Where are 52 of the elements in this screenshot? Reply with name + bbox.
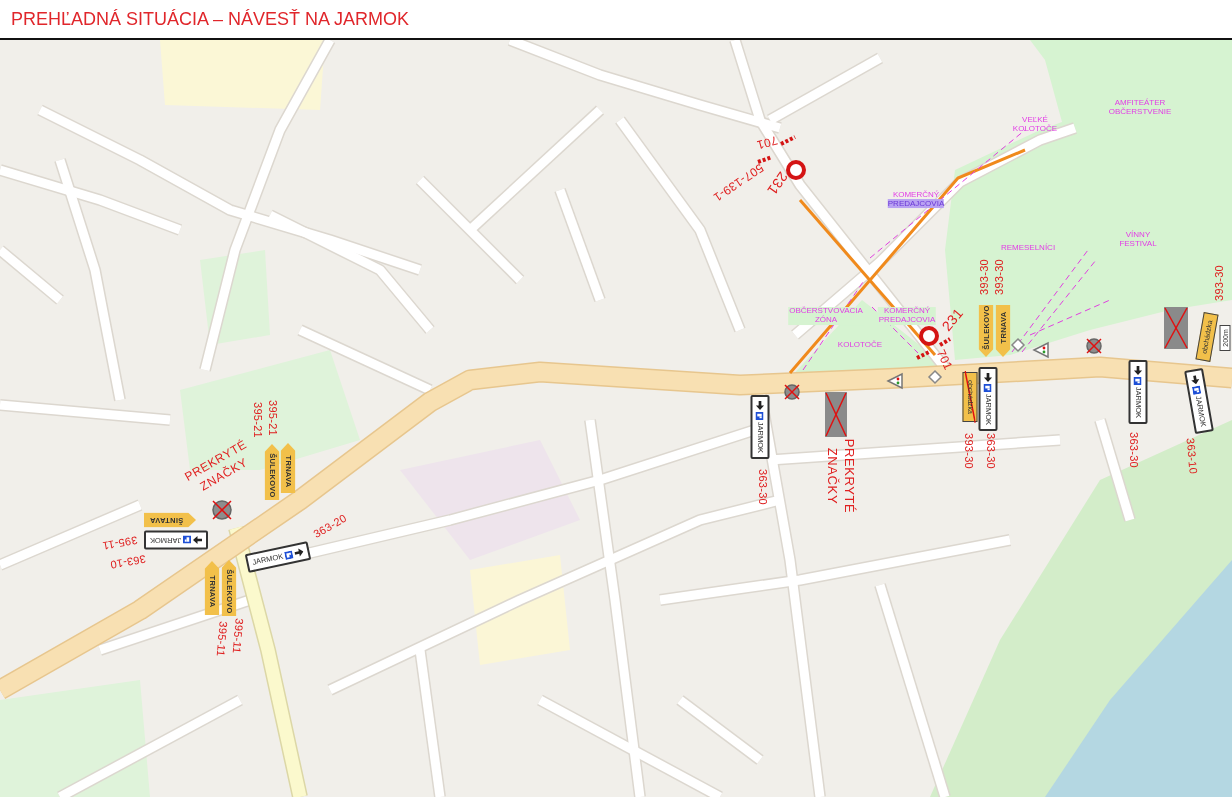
arrow-icon (193, 535, 203, 545)
sign-code: 395-11 (101, 533, 139, 553)
warning-triangle-icon (1032, 341, 1049, 359)
arrow-icon (983, 372, 993, 382)
warning-note: PREKRYTÉ ZNAČKY (824, 438, 857, 514)
sign-code: 363-10 (109, 552, 147, 572)
sign-code: 395-11 (214, 620, 230, 658)
sign-code: 395-21 (251, 401, 265, 439)
sign-symbol-icon (756, 411, 764, 420)
arrow-icon (293, 547, 305, 558)
zone-label: REMESELNÍCI (1000, 243, 1056, 253)
sign-symbol-icon (984, 383, 992, 392)
sign-symbol-icon (1192, 385, 1202, 395)
sign-symbol-icon (284, 549, 294, 560)
sign-code: 395-21 (266, 399, 280, 437)
zone-label: KOLOTOČE (837, 340, 883, 350)
sign-symbol-icon (183, 536, 192, 544)
zone-label: OBČERSTVOVACIA ZÓNA (788, 307, 864, 325)
prohibition-sign-icon (919, 326, 939, 346)
sign-symbol-icon (1134, 376, 1142, 385)
prohibition-sign-icon (786, 160, 806, 180)
crossed-sign-icon (784, 384, 800, 400)
sign-code: 393-30 (962, 432, 976, 470)
sign-code: 363-30 (1127, 431, 1141, 469)
sign-code: 395-11 (230, 617, 246, 655)
zone-label: VÍNNY FESTIVAL (1119, 231, 1157, 249)
zone-label: KOMERČNÝ PREDAJCOVIA (887, 191, 945, 209)
sign-code: 393-30 (977, 258, 991, 296)
sign-code: 231 (764, 168, 791, 198)
sign-code: 231 (939, 305, 967, 335)
sign-code: 393-30 (992, 258, 1006, 296)
zone-label: KOMERČNÝ PREDAJCOVIA (877, 307, 937, 325)
arrow-icon (1133, 365, 1143, 375)
arrow-icon (1190, 374, 1201, 385)
sign-code: 363-30 (756, 468, 770, 506)
sign-code: 393-30 (1212, 264, 1226, 302)
zone-label: AMFITEÁTER OBČERSTVENIE (1108, 99, 1172, 117)
sign-code: 701 (755, 132, 779, 152)
diamond-sign-icon (1010, 337, 1026, 353)
arrow-icon (755, 400, 765, 410)
diamond-sign-icon (927, 369, 943, 385)
warning-triangle-icon (886, 372, 903, 390)
covered-sign-icon (1164, 307, 1188, 349)
sign-code: 701 (933, 347, 955, 373)
zone-label: VEĽKÉ KOLOTOČE (1012, 116, 1058, 134)
crossed-sign-icon (212, 500, 232, 520)
sign-code: 363-30 (984, 432, 998, 470)
crossed-sign-icon (1086, 338, 1102, 354)
barrier-icon (757, 135, 796, 164)
page-title: PREHĽADNÁ SITUÁCIA – NÁVESŤ NA JARMOK (11, 8, 410, 30)
covered-sign-icon (825, 392, 847, 437)
sign-code: 363-10 (1184, 437, 1200, 475)
